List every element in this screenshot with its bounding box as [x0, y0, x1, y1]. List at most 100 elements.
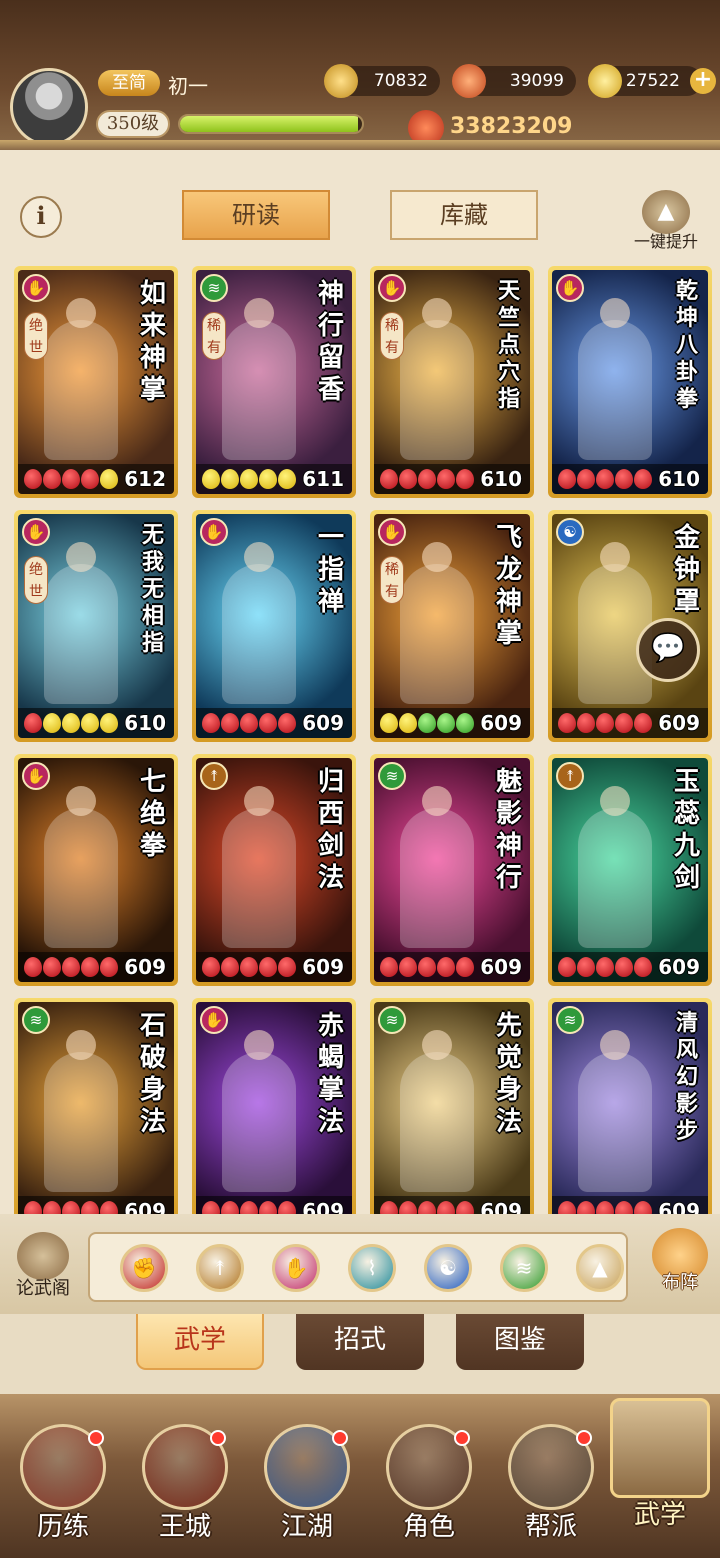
gem-icon	[221, 1201, 239, 1214]
gem-icon	[456, 1201, 474, 1214]
skill-card[interactable]: ↟ 玉蕊九剑 609	[548, 754, 712, 986]
nav-guild[interactable]: 帮派	[496, 1424, 606, 1554]
vip-badge[interactable]: 至简	[98, 70, 160, 96]
info-button[interactable]: i	[20, 196, 62, 238]
gem-icon	[62, 713, 80, 733]
currency-gold[interactable]: 27522 +	[588, 64, 716, 98]
wind-filter-icon[interactable]: ≋	[500, 1244, 548, 1292]
triangle-filter-icon[interactable]: ▲	[576, 1244, 624, 1292]
upgrade-all-button[interactable]: ▲ 一键提升	[620, 190, 712, 251]
tab-moves[interactable]: 招式	[296, 1314, 424, 1370]
gem-icon	[240, 1201, 258, 1214]
coin-value: 70832	[373, 71, 428, 91]
sword-filter-icon[interactable]: ↟	[196, 1244, 244, 1292]
upgrade-all-label: 一键提升	[633, 232, 698, 251]
player-avatar[interactable]	[10, 68, 88, 146]
skill-level: 610	[480, 467, 522, 491]
currency-fire-gem[interactable]: 39099	[452, 64, 576, 98]
skill-card[interactable]: ≋ 稀有 神行留香 611	[192, 266, 356, 498]
star-gems	[558, 957, 652, 977]
character-head	[244, 786, 274, 816]
skill-card[interactable]: ✋ 七绝拳 609	[14, 754, 178, 986]
fan-filter-icon[interactable]: ⌇	[348, 1244, 396, 1292]
skill-card[interactable]: ✋ 稀有 飞龙神掌 609	[370, 510, 534, 742]
character-head	[244, 298, 274, 328]
skill-card-art: ≋ 先觉身法 609	[374, 1002, 530, 1214]
gold-value: 27522	[625, 71, 680, 91]
lunwu-label: 论武阁	[16, 1278, 70, 1299]
add-gold-button[interactable]: +	[690, 68, 716, 94]
gem-icon	[100, 469, 118, 489]
gem-icon	[596, 469, 614, 489]
nav-jianghu[interactable]: 江湖	[252, 1424, 362, 1554]
gem-icon	[437, 1201, 455, 1214]
skill-card[interactable]: ≋ 魅影神行 609	[370, 754, 534, 986]
nav-training[interactable]: 历练	[8, 1424, 118, 1554]
tab-study[interactable]: 研读	[182, 190, 330, 240]
gem-icon	[380, 1201, 398, 1214]
star-gems	[558, 1201, 652, 1214]
wind-icon: ≋	[556, 1006, 584, 1034]
gem-icon	[558, 1201, 576, 1214]
skill-card-art: ✋ 绝世 如来神掌 612	[18, 270, 174, 494]
fist-filter-icon[interactable]: ✊	[120, 1244, 168, 1292]
notification-dot	[454, 1430, 470, 1446]
sword-icon: ↟	[200, 762, 228, 790]
skill-card[interactable]: ↟ 归西剑法 609	[192, 754, 356, 986]
star-gems	[380, 957, 474, 977]
gem-icon	[43, 469, 61, 489]
notification-dot	[576, 1430, 592, 1446]
palm-icon: ✋	[22, 518, 50, 546]
star-gems	[380, 1201, 474, 1214]
nav-label: 帮派	[524, 1512, 577, 1542]
skill-card[interactable]: ✋ 稀有 天竺点穴指 610	[370, 266, 534, 498]
gem-icon	[202, 957, 220, 977]
skill-card[interactable]: ≋ 清风幻影步 609	[548, 998, 712, 1214]
fire-gem-value: 39099	[509, 71, 564, 91]
skill-card[interactable]: ≋ 石破身法 609	[14, 998, 178, 1214]
nav-label: 角色	[402, 1512, 455, 1542]
character-head	[600, 542, 630, 572]
skill-card[interactable]: ✋ 赤蝎掌法 609	[192, 998, 356, 1214]
nav-martial-scroll[interactable]: 武学	[604, 1398, 716, 1530]
skill-card[interactable]: ✋ 绝世 如来神掌 612	[14, 266, 178, 498]
skill-name: 天竺点穴指	[497, 278, 520, 412]
wind-icon: ≋	[378, 1006, 406, 1034]
nav-character[interactable]: 角色	[374, 1424, 484, 1554]
skill-card-art: ✋ 乾坤八卦拳 610	[552, 270, 708, 494]
notification-dot	[210, 1430, 226, 1446]
gem-icon	[240, 957, 258, 977]
nav-city[interactable]: 王城	[130, 1424, 240, 1554]
notification-dot	[88, 1430, 104, 1446]
skill-name: 清风幻影步	[675, 1010, 698, 1144]
skill-name: 如来神掌	[139, 279, 166, 405]
character-head	[66, 786, 96, 816]
power-value: 33823209	[450, 114, 573, 139]
gem-icon	[62, 469, 80, 489]
formation-button[interactable]: 布阵	[642, 1228, 718, 1308]
currency-coin[interactable]: 70832	[324, 64, 440, 98]
skill-card[interactable]: ✋ 一指禅 609	[192, 510, 356, 742]
gem-icon	[577, 469, 595, 489]
palm-filter-icon[interactable]: ✋	[272, 1244, 320, 1292]
wind-icon: ≋	[200, 274, 228, 302]
skill-card[interactable]: ≋ 先觉身法 609	[370, 998, 534, 1214]
rarity-tag: 绝世	[24, 556, 48, 604]
sword-icon: ↟	[556, 762, 584, 790]
lunwu-pavilion-button[interactable]: 论武阁	[6, 1232, 80, 1312]
tab-martial[interactable]: 武学	[136, 1314, 264, 1370]
skill-card[interactable]: ✋ 绝世 无我无相指 610	[14, 510, 178, 742]
rarity-tag: 稀有	[202, 312, 226, 360]
tab-catalog[interactable]: 图鉴	[456, 1314, 584, 1370]
formation-label: 布阵	[662, 1272, 698, 1293]
chat-icon[interactable]: 💬	[636, 618, 700, 682]
taiji-filter-icon[interactable]: ☯	[424, 1244, 472, 1292]
gem-icon	[62, 1201, 80, 1214]
skill-name: 七绝拳	[139, 767, 166, 861]
character-figure	[400, 808, 474, 948]
gem-icon	[418, 713, 436, 733]
skill-level: 609	[302, 1199, 344, 1214]
nav-label: 武学	[633, 1500, 686, 1530]
skill-card[interactable]: ✋ 乾坤八卦拳 610	[548, 266, 712, 498]
tab-storage[interactable]: 库藏	[390, 190, 538, 240]
